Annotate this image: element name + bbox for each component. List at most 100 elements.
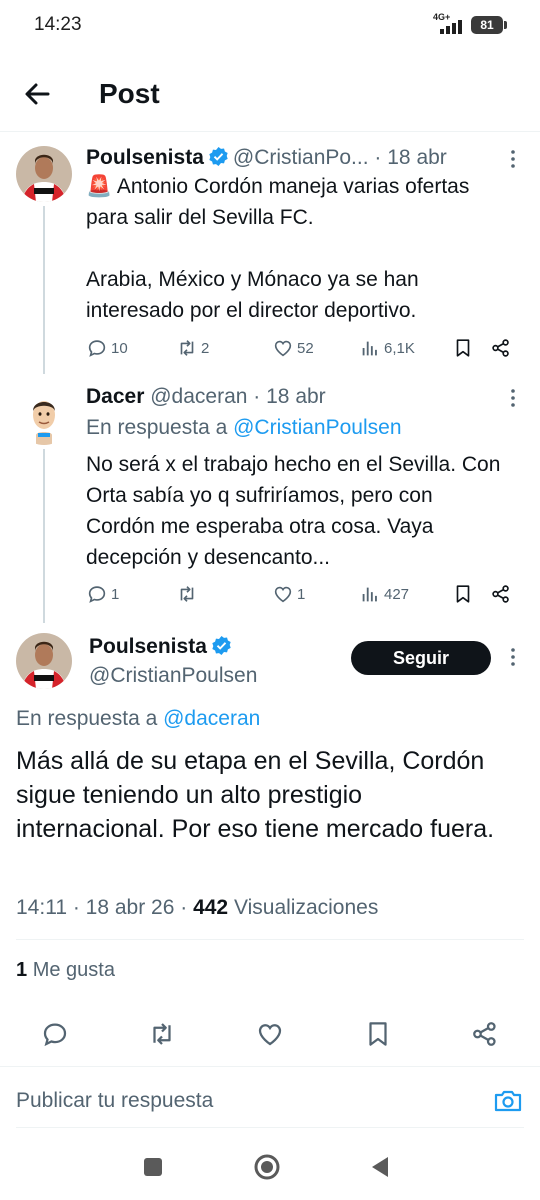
main-avatar[interactable] bbox=[16, 633, 72, 689]
thread-tweet[interactable]: Dacer @daceran · 18 abr En respuesta a @… bbox=[0, 383, 540, 623]
tweet-header: Dacer @daceran · 18 abr bbox=[86, 383, 506, 411]
thread-tweet[interactable]: Poulsenista @CristianPo... · 18 abr 🚨 Ant… bbox=[0, 144, 540, 374]
reply-count: 1 bbox=[111, 585, 120, 603]
camera-icon[interactable] bbox=[492, 1085, 524, 1117]
main-author: Poulsenista bbox=[89, 633, 236, 661]
page-title: Post bbox=[99, 78, 160, 109]
reply-button[interactable] bbox=[37, 1016, 73, 1052]
reply-button[interactable]: 10 bbox=[86, 334, 128, 362]
reply-composer[interactable]: Publicar tu respuesta bbox=[0, 1066, 540, 1134]
retweet-button[interactable]: 2 bbox=[176, 334, 209, 362]
like-button[interactable] bbox=[252, 1016, 288, 1052]
author-name[interactable]: Poulsenista bbox=[86, 146, 204, 169]
avatar[interactable] bbox=[16, 389, 72, 445]
bookmark-icon bbox=[369, 1022, 387, 1046]
views-button[interactable]: 6,1K bbox=[359, 334, 415, 362]
tweet-text-content: 🚨 Antonio Cordón maneja varias ofertas p… bbox=[86, 175, 470, 322]
tweet-text-content: No será x el trabajo hecho en el Sevilla… bbox=[86, 453, 501, 569]
views-icon bbox=[362, 341, 377, 356]
tweet-text: No será x el trabajo hecho en el Sevilla… bbox=[86, 449, 506, 573]
retweet-button[interactable] bbox=[176, 580, 201, 608]
author-name[interactable]: Poulsenista bbox=[89, 635, 207, 658]
system-nav-bar bbox=[0, 1134, 540, 1200]
status-bar: 14:23 4G+ 81 bbox=[0, 0, 540, 52]
like-button[interactable]: 1 bbox=[272, 580, 305, 608]
thread-line bbox=[43, 206, 45, 374]
player-avatar-image bbox=[16, 633, 72, 689]
author-handle: @CristianPoulsen bbox=[89, 664, 258, 687]
tweet-date: · 18 abr bbox=[253, 385, 326, 408]
like-icon bbox=[274, 586, 292, 603]
reply-count: 10 bbox=[111, 339, 128, 357]
player-avatar-image bbox=[16, 146, 72, 202]
author-handle: @daceran bbox=[150, 385, 248, 408]
views-count: 6,1K bbox=[384, 339, 415, 357]
retweet-icon bbox=[180, 340, 194, 356]
bookmark-button[interactable] bbox=[452, 334, 474, 362]
divider bbox=[16, 1127, 524, 1128]
share-icon bbox=[492, 339, 509, 357]
reply-context: En respuesta a @daceran bbox=[16, 705, 260, 733]
views-total: 442 bbox=[193, 896, 229, 919]
follow-button[interactable]: Seguir bbox=[351, 641, 491, 675]
tweet-date: · 18 abr bbox=[374, 146, 447, 169]
back-arrow-icon bbox=[25, 83, 50, 105]
tweet-meta: 14:11 · 18 abr 26 · 442 Visualizaciones bbox=[16, 896, 378, 920]
likes-summary[interactable]: 1 Me gusta bbox=[16, 959, 115, 982]
triangle-nav-icon[interactable] bbox=[366, 1152, 396, 1182]
views-icon bbox=[362, 587, 377, 602]
like-icon bbox=[258, 1024, 282, 1046]
circle-nav-icon[interactable] bbox=[252, 1152, 282, 1182]
views-button[interactable]: 427 bbox=[359, 580, 409, 608]
share-icon bbox=[473, 1022, 496, 1046]
views-label: Visualizaciones bbox=[233, 896, 379, 919]
header: Post bbox=[0, 60, 540, 132]
more-icon[interactable] bbox=[506, 148, 520, 170]
battery-indicator: 81 bbox=[471, 16, 507, 34]
likes-total: 1 bbox=[16, 959, 28, 981]
reply-icon bbox=[43, 1023, 67, 1047]
tweet-header: Poulsenista @CristianPo... · 18 abr bbox=[86, 144, 506, 172]
reply-icon bbox=[88, 586, 106, 603]
bookmark-icon bbox=[456, 339, 470, 357]
tweet-actions: 10 2 52 6,1K bbox=[86, 334, 526, 362]
likes-label: Me gusta bbox=[32, 959, 115, 981]
share-button[interactable] bbox=[490, 580, 512, 608]
verified-badge-icon bbox=[212, 635, 231, 656]
like-button[interactable]: 52 bbox=[272, 334, 314, 362]
tweet-timestamp[interactable]: 14:11 · 18 abr 26 · bbox=[16, 896, 187, 919]
verified-badge-icon bbox=[209, 146, 228, 167]
like-count: 52 bbox=[297, 339, 314, 357]
square-nav-icon[interactable] bbox=[138, 1152, 168, 1182]
reply-context: En respuesta a @CristianPoulsen bbox=[86, 412, 506, 443]
like-count: 1 bbox=[297, 585, 306, 603]
divider bbox=[16, 939, 524, 940]
share-button[interactable] bbox=[467, 1016, 503, 1052]
back-button[interactable] bbox=[18, 74, 58, 114]
signal-icon bbox=[440, 20, 462, 34]
bookmark-button[interactable] bbox=[360, 1016, 396, 1052]
thread-line bbox=[43, 449, 45, 623]
bookmark-button[interactable] bbox=[452, 580, 474, 608]
more-icon[interactable] bbox=[506, 387, 520, 409]
more-icon[interactable] bbox=[506, 646, 520, 668]
reply-button[interactable]: 1 bbox=[86, 580, 119, 608]
author-handle: @CristianPo... bbox=[232, 146, 369, 169]
views-count: 427 bbox=[384, 585, 410, 603]
share-icon bbox=[492, 585, 509, 603]
bookmark-icon bbox=[456, 585, 470, 603]
reply-to-link[interactable]: @daceran bbox=[163, 707, 260, 730]
cartoon-avatar-image bbox=[16, 389, 72, 445]
avatar[interactable] bbox=[16, 146, 72, 202]
reply-icon bbox=[88, 340, 106, 357]
main-tweet-actions bbox=[0, 1016, 540, 1052]
reply-prefix: En respuesta a bbox=[86, 416, 228, 439]
retweet-icon bbox=[153, 1023, 171, 1045]
author-name[interactable]: Dacer bbox=[86, 385, 144, 408]
reply-input[interactable]: Publicar tu respuesta bbox=[16, 1089, 213, 1113]
status-time: 14:23 bbox=[34, 14, 82, 35]
tweet-text: 🚨 Antonio Cordón maneja varias ofertas p… bbox=[86, 171, 506, 326]
reply-to-link[interactable]: @CristianPoulsen bbox=[233, 416, 401, 439]
retweet-button[interactable] bbox=[144, 1016, 180, 1052]
share-button[interactable] bbox=[490, 334, 512, 362]
